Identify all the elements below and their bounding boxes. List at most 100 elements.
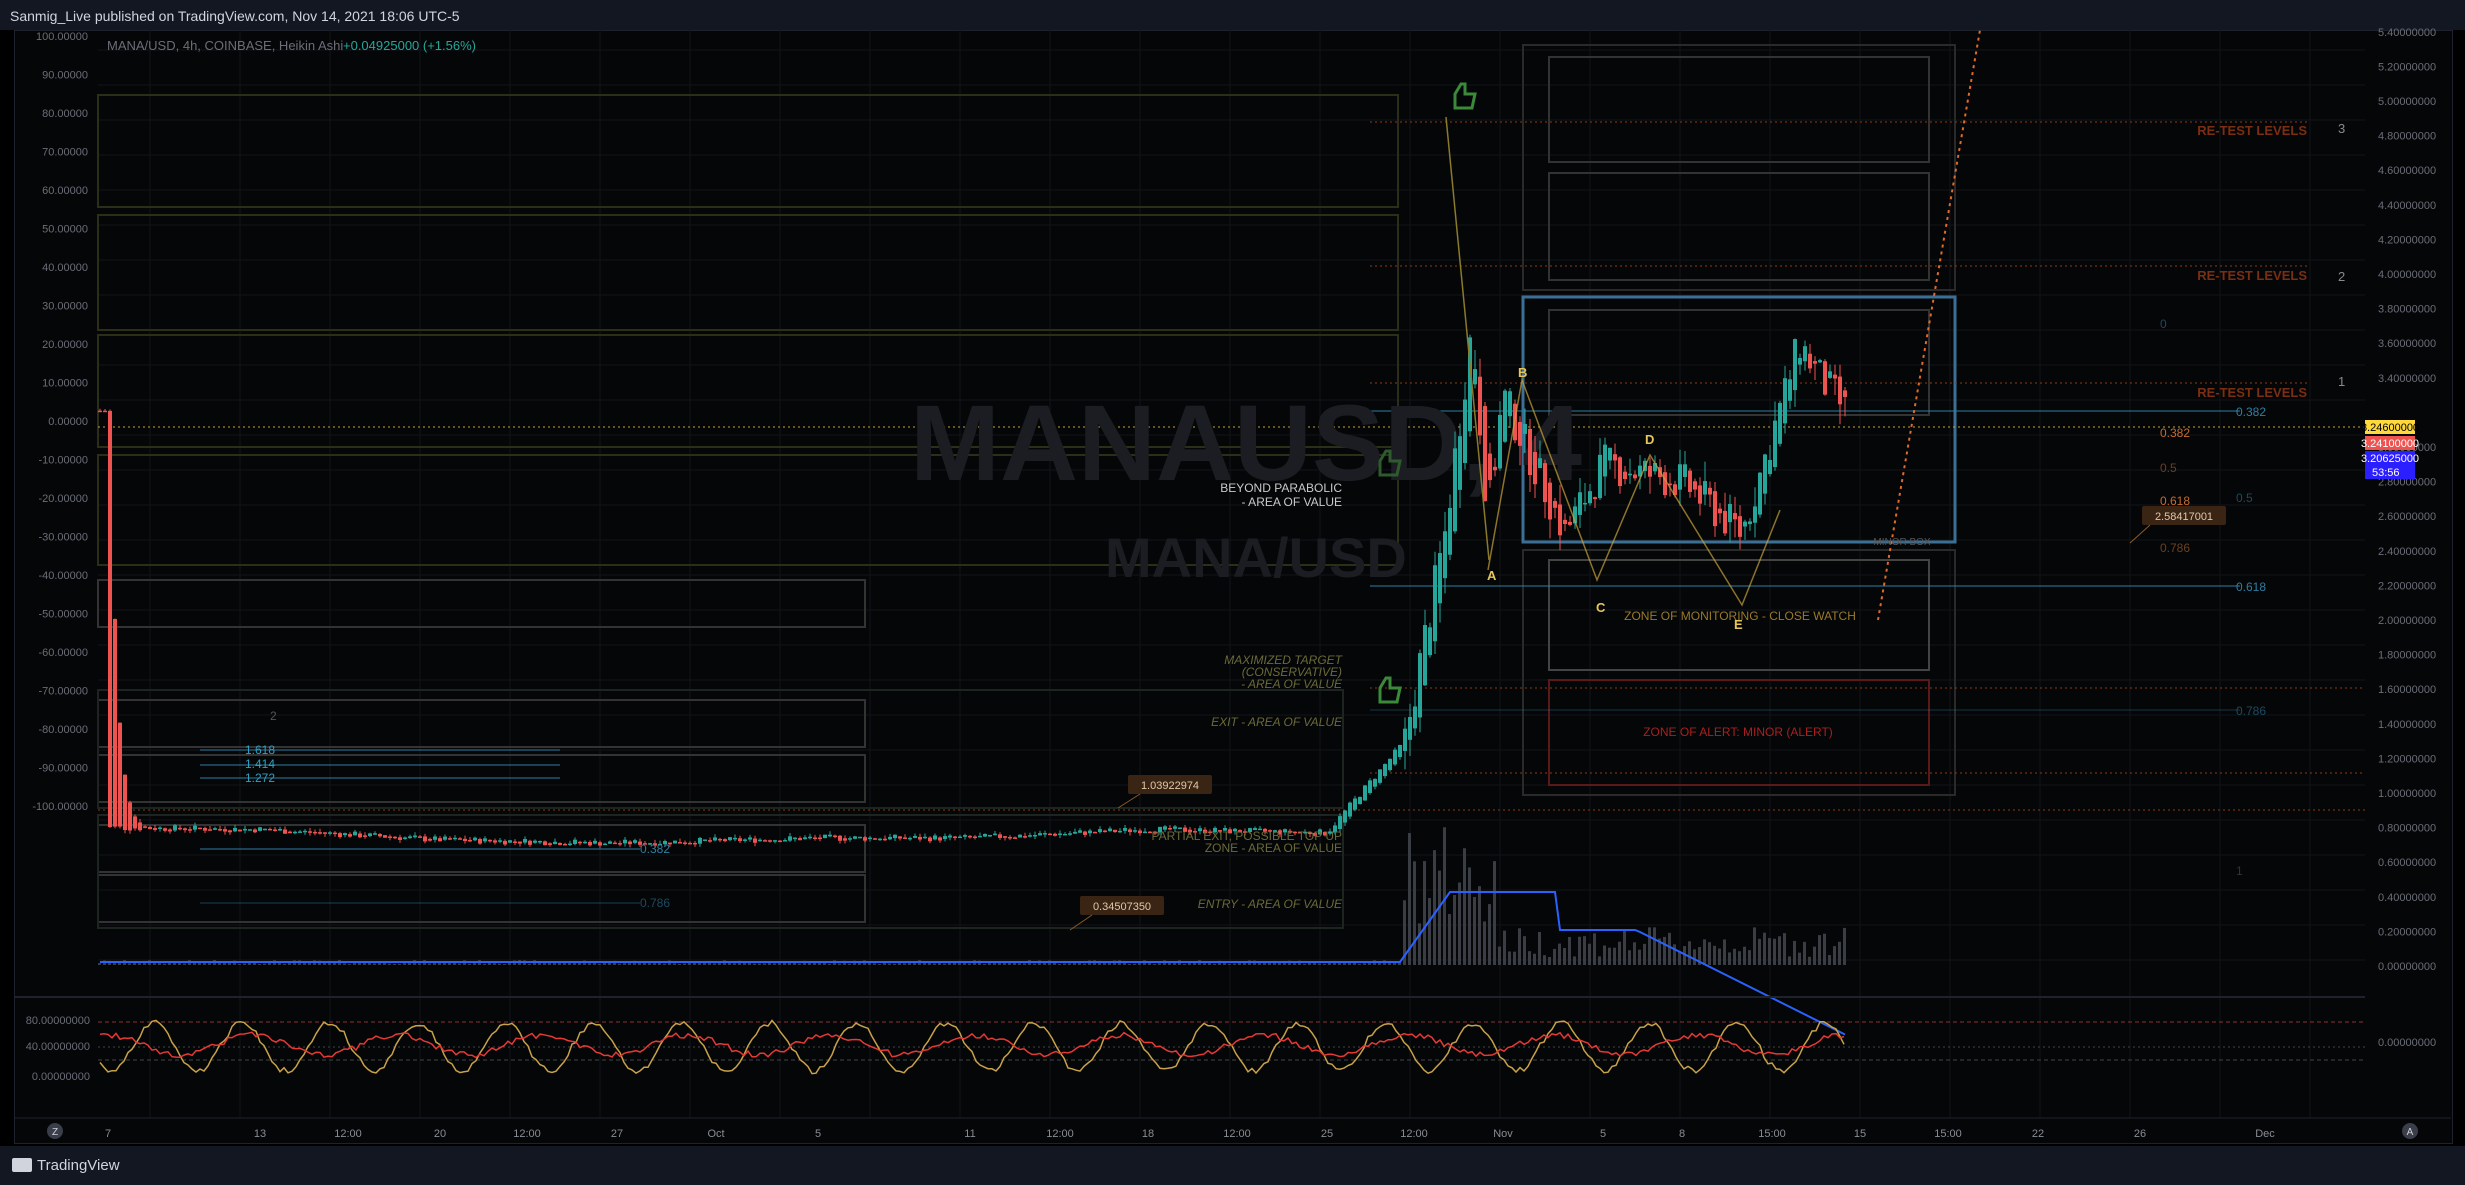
volume-bar	[983, 963, 986, 965]
left-axis-tick: 100.00000	[36, 31, 88, 43]
candle-body	[1568, 521, 1572, 525]
entry-label: ENTRY - AREA OF VALUE	[1198, 897, 1343, 911]
left-axis-tick: -40.00000	[38, 570, 88, 582]
wave-label-b: B	[1518, 365, 1527, 380]
price-chart[interactable]: MANAUSD, 4 MANA/USD A B C D E BEYOND PAR…	[0, 0, 2465, 1145]
volume-bar	[98, 963, 101, 965]
candle-body	[853, 836, 857, 839]
candle-body	[693, 842, 697, 845]
candle-body	[1068, 833, 1072, 835]
volume-bar	[558, 962, 561, 965]
candle-body	[1593, 497, 1597, 500]
candle-body	[1628, 473, 1632, 476]
candle-body	[758, 839, 762, 842]
candle-body	[1018, 834, 1022, 838]
candle-body	[313, 831, 317, 834]
volume-bar	[1763, 932, 1766, 965]
beyond-parabolic-sub: - AREA OF VALUE	[1242, 495, 1342, 509]
callout-3: 2.58417001	[2129, 506, 2226, 544]
volume-bar	[1798, 952, 1801, 965]
candle-body	[848, 838, 852, 840]
svg-text:2.58417001: 2.58417001	[2155, 511, 2213, 523]
volume-bar	[1543, 955, 1546, 965]
volume-bar	[1583, 936, 1586, 965]
time-axis-label: 7	[105, 1128, 111, 1140]
candle-body	[813, 837, 817, 839]
volume-bar	[1768, 938, 1771, 965]
right-axis-tick: 4.00000000	[2378, 269, 2436, 281]
candle-body	[828, 834, 832, 837]
volume-bar	[183, 963, 186, 965]
volume-bar	[128, 963, 131, 965]
fib-right-0: 0	[2160, 317, 2167, 331]
volume-bar	[1613, 947, 1616, 965]
candle-body	[413, 835, 417, 838]
callout-1: 1.03922974	[1117, 775, 1212, 809]
volume-bar	[598, 963, 601, 965]
candle-body	[1818, 360, 1822, 363]
candle-body	[788, 836, 792, 841]
candle-body	[783, 840, 787, 842]
volume-bar	[1463, 848, 1466, 965]
candle-body	[1833, 374, 1837, 379]
volume-bar	[873, 963, 876, 965]
right-axis-tick: 2.20000000	[2378, 580, 2436, 592]
candle-body	[858, 836, 862, 839]
time-axis-label: 5	[1600, 1128, 1606, 1140]
candle-body	[223, 829, 227, 832]
volume-bar	[388, 963, 391, 965]
candle-body	[1403, 728, 1407, 751]
exit-label: EXIT - AREA OF VALUE	[1211, 715, 1343, 729]
footer-bar: TradingView	[0, 1146, 2465, 1185]
volume-bar	[1153, 963, 1156, 965]
volume-bar	[1433, 850, 1436, 965]
volume-bar	[428, 963, 431, 965]
timezone-icon: Z	[52, 1127, 58, 1138]
volume-bar	[508, 962, 511, 965]
candle-body	[563, 843, 567, 846]
volume-bar	[1513, 951, 1516, 965]
candle-body	[1683, 464, 1687, 477]
volume-bar	[1778, 936, 1781, 965]
candle-body	[113, 618, 117, 827]
candle-body	[248, 829, 252, 831]
candle-body	[528, 840, 532, 845]
right-axis-tick: 1.20000000	[2378, 753, 2436, 765]
candle-body	[1708, 487, 1712, 495]
volume-bar	[138, 963, 141, 965]
candle-body	[1063, 833, 1067, 836]
volume-bar	[1418, 923, 1421, 965]
tradingview-logo[interactable]: TradingView	[12, 1157, 120, 1174]
box-bottom-outer	[1522, 549, 1956, 796]
candle-body	[1523, 423, 1527, 434]
zone-box-9	[97, 874, 866, 923]
candle-body	[513, 841, 517, 843]
candle-body	[1603, 444, 1607, 477]
volume-bar	[1058, 963, 1061, 965]
candle-body	[278, 828, 282, 831]
volume-bar	[968, 963, 971, 965]
candle-body	[988, 834, 992, 837]
volume-bar	[1803, 941, 1806, 965]
time-axis-label: Dec	[2255, 1128, 2275, 1140]
zone-box-2	[97, 214, 1399, 331]
volume-bar	[1478, 886, 1481, 965]
volume-bar	[1488, 904, 1491, 965]
candle-body	[1483, 406, 1487, 501]
price-tag-4: 53:56	[2372, 467, 2400, 479]
volume-bar	[263, 963, 266, 965]
zone-box-6	[97, 699, 866, 748]
volume-bar	[903, 963, 906, 965]
volume-bar	[1828, 955, 1831, 965]
volume-bar	[1688, 941, 1691, 965]
volume-bar	[1468, 867, 1471, 965]
candle-body	[1458, 436, 1462, 490]
candle-body	[178, 827, 182, 830]
candle-body	[373, 833, 377, 835]
candle-body	[798, 838, 802, 841]
volume-bar	[473, 963, 476, 965]
brand-label: TradingView	[37, 1157, 120, 1174]
candle-body	[1118, 830, 1122, 833]
candle-body	[1778, 402, 1782, 444]
retest-number-3: 3	[2338, 121, 2345, 136]
